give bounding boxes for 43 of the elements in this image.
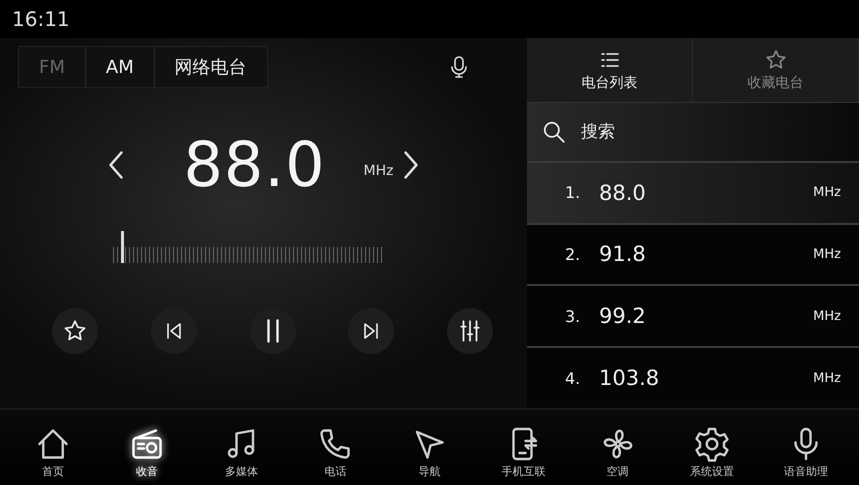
next-frequency-button[interactable] bbox=[404, 150, 418, 178]
station-number: 3. bbox=[565, 306, 582, 326]
station-item[interactable]: 2. 91.8 MHz bbox=[527, 222, 859, 284]
band-tab[interactable]: AM bbox=[86, 47, 155, 87]
frequency-unit: MHz bbox=[364, 162, 394, 178]
nav-item[interactable]: 系统设置 bbox=[672, 426, 751, 479]
station-number: 1. bbox=[565, 183, 582, 202]
station-item[interactable]: 1. 88.0 MHz bbox=[527, 160, 859, 222]
station-item[interactable]: 4. 103.8 MHz bbox=[527, 346, 859, 408]
nav-item[interactable]: 电话 bbox=[296, 426, 374, 479]
panel-tab[interactable]: 收藏电台 bbox=[693, 38, 859, 102]
previous-frequency-button[interactable] bbox=[109, 150, 124, 178]
station-number: 4. bbox=[565, 368, 582, 388]
chevron-left-icon bbox=[109, 150, 124, 178]
clock-time: 16:11 bbox=[12, 7, 70, 31]
nav-item[interactable]: 手机互联 bbox=[484, 426, 563, 479]
chevron-right-icon bbox=[404, 150, 418, 178]
favorite-button[interactable] bbox=[52, 308, 98, 354]
frequency-display: 88.0 bbox=[183, 128, 326, 201]
pause-icon bbox=[266, 319, 278, 343]
station-unit: MHz bbox=[813, 185, 841, 200]
nav-item[interactable]: 收音 bbox=[108, 426, 186, 479]
nav-item[interactable]: 多媒体 bbox=[202, 426, 280, 479]
search-field[interactable]: 搜索 bbox=[527, 102, 859, 161]
station-frequency: 103.8 bbox=[599, 366, 660, 390]
tuning-needle[interactable] bbox=[120, 231, 124, 263]
band-tab[interactable]: 网络电台 bbox=[154, 47, 267, 87]
gear-icon bbox=[694, 426, 730, 462]
panel-tab[interactable]: 电台列表 bbox=[527, 38, 693, 102]
station-unit: MHz bbox=[813, 370, 841, 386]
station-frequency: 88.0 bbox=[599, 180, 647, 205]
station-unit: MHz bbox=[813, 308, 841, 324]
station-unit: MHz bbox=[813, 246, 841, 262]
station-number: 2. bbox=[565, 244, 582, 264]
nav-item[interactable]: 空调 bbox=[578, 426, 657, 479]
station-item[interactable]: 3. 99.2 MHz bbox=[527, 284, 859, 346]
nav-item[interactable]: 首页 bbox=[14, 426, 92, 479]
station-frequency: 91.8 bbox=[599, 242, 647, 266]
nav-item[interactable]: 语音助理 bbox=[766, 426, 845, 479]
search-placeholder: 搜索 bbox=[581, 121, 615, 144]
station-frequency: 99.2 bbox=[599, 304, 647, 328]
nav-item[interactable]: 导航 bbox=[390, 426, 468, 479]
equalizer-button[interactable] bbox=[447, 308, 493, 354]
